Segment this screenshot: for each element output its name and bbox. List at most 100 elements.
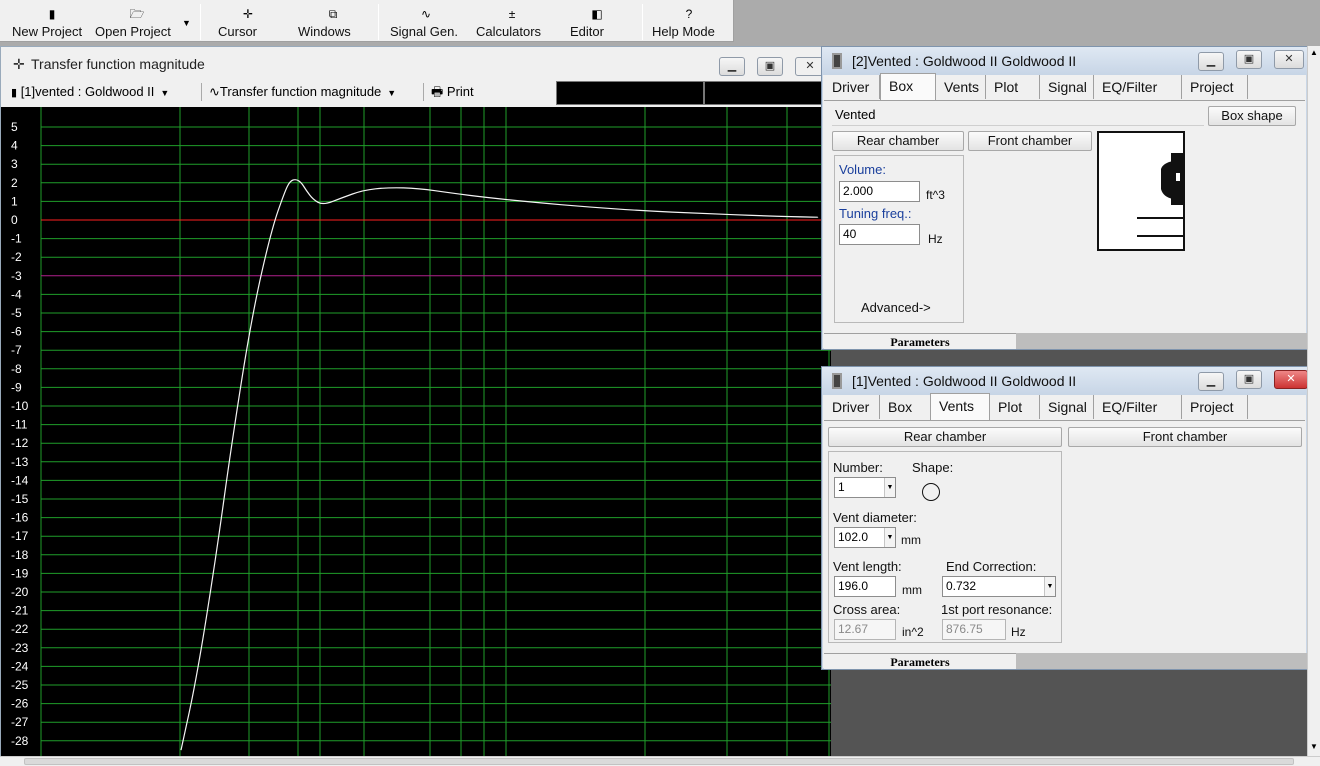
end-correction-value: 0.732: [946, 579, 977, 593]
y-tick-label: 2: [11, 176, 18, 190]
open-project-button[interactable]: 🗁 Open Project: [95, 0, 179, 42]
front-chamber-button[interactable]: Front chamber: [1068, 427, 1302, 447]
end-correction-combo[interactable]: 0.732 ▼: [942, 576, 1056, 597]
vent-diameter-combo[interactable]: 102.0 ▼: [834, 527, 896, 548]
y-tick-label: 0: [11, 213, 18, 227]
scroll-up-icon[interactable]: ▲: [1310, 48, 1318, 57]
project-icon: ▮: [11, 87, 18, 99]
tab-driver[interactable]: Driver: [824, 75, 880, 99]
tuning-freq-field[interactable]: 40: [839, 224, 920, 245]
chevron-down-icon[interactable]: ▼: [1044, 577, 1055, 596]
port-resonance-field: 876.75: [942, 619, 1006, 640]
tab-project[interactable]: Project: [1182, 75, 1248, 99]
maximize-icon: ▣: [764, 60, 776, 72]
tuning-freq-unit: Hz: [928, 232, 943, 246]
tuning-freq-label: Tuning freq.:: [839, 206, 912, 221]
vent-diameter-label: Vent diameter:: [833, 510, 917, 525]
chevron-down-icon[interactable]: ▼: [884, 478, 895, 497]
box-shape-preview: [1097, 131, 1185, 251]
open-project-dropdown-icon[interactable]: ▼: [182, 18, 191, 28]
mdi-background: [831, 350, 1307, 366]
y-tick-label: -11: [11, 418, 28, 432]
tab-eq-filter[interactable]: EQ/Filter: [1094, 395, 1182, 419]
port-resonance-unit: Hz: [1011, 625, 1026, 639]
horizontal-scrollbar[interactable]: [0, 756, 1320, 766]
y-tick-label: -2: [11, 250, 22, 264]
signal-gen-icon: ∿: [420, 7, 432, 21]
calculators-button[interactable]: ± Calculators: [476, 0, 548, 42]
close-button[interactable]: ✕: [1274, 50, 1304, 69]
front-chamber-button[interactable]: Front chamber: [968, 131, 1092, 151]
number-combo[interactable]: 1 ▼: [834, 477, 896, 498]
box-type-field[interactable]: Vented: [832, 105, 1204, 126]
close-icon: ✕: [805, 60, 815, 72]
rear-chamber-button[interactable]: Rear chamber: [828, 427, 1062, 447]
parameters-tab[interactable]: Parameters: [824, 653, 1016, 669]
new-project-button[interactable]: ▮ New Project: [12, 0, 92, 42]
maximize-button[interactable]: ▣: [1236, 50, 1262, 69]
toolbar-separator: [378, 4, 379, 40]
tab-box[interactable]: Box: [880, 73, 936, 100]
close-button[interactable]: ✕: [1274, 370, 1308, 389]
waveform-icon: ∿: [209, 84, 220, 99]
editor-icon: ◧: [591, 7, 603, 21]
project-select[interactable]: ▮ [1]vented : Goldwood II ▼: [11, 81, 169, 103]
advanced-link[interactable]: Advanced->: [861, 300, 931, 315]
tab-vents[interactable]: Vents: [930, 393, 990, 420]
tab-box[interactable]: Box: [880, 395, 936, 419]
scroll-down-icon[interactable]: ▼: [1310, 742, 1318, 751]
tab-signal[interactable]: Signal: [1040, 75, 1094, 99]
parameters-bar: Parameters: [824, 333, 1307, 349]
volume-field[interactable]: 2.000: [839, 181, 920, 202]
minimize-button[interactable]: ▁: [719, 57, 745, 76]
rear-chamber-button[interactable]: Rear chamber: [832, 131, 964, 151]
signal-gen-label: Signal Gen.: [390, 24, 458, 39]
maximize-button[interactable]: ▣: [1236, 370, 1262, 389]
box-shape-button[interactable]: Box shape: [1208, 106, 1296, 126]
transfer-function-chart[interactable]: 5 4 3 2 1 0 -1 -2 -3 -4 -5 -6 -7 -8 -9 -10 -11 -12 -13 -14 -…: [1, 107, 831, 757]
minimize-icon: ▁: [1206, 55, 1216, 67]
parameters-tab[interactable]: Parameters: [824, 333, 1016, 349]
shape-label: Shape:: [912, 460, 954, 475]
y-tick-label: 1: [11, 194, 18, 208]
tab-project[interactable]: Project: [1182, 395, 1248, 419]
calculators-icon: ±: [508, 7, 516, 21]
number-label: Number:: [833, 460, 883, 475]
y-tick-label: -4: [11, 287, 22, 301]
tab-plot[interactable]: Plot: [990, 395, 1040, 419]
tab-eq-filter[interactable]: EQ/Filter: [1094, 75, 1182, 99]
tab-signal[interactable]: Signal: [1040, 395, 1094, 419]
project-select-value: [1]vented : Goldwood II: [20, 84, 155, 99]
signal-gen-button[interactable]: ∿ Signal Gen.: [390, 0, 462, 42]
cursor-button[interactable]: ✛ Cursor: [218, 0, 278, 42]
y-tick-label: -26: [11, 697, 29, 711]
box-dialog-title: [2]Vented : Goldwood II Goldwood II: [852, 53, 1077, 69]
y-tick-label: -17: [11, 529, 29, 543]
vent-length-field[interactable]: 196.0: [834, 576, 896, 597]
plot-type-select[interactable]: ∿Transfer function magnitude ▼: [209, 81, 396, 103]
maximize-button[interactable]: ▣: [757, 57, 783, 76]
chevron-down-icon[interactable]: ▼: [884, 528, 895, 547]
minimize-button[interactable]: ▁: [1198, 52, 1224, 71]
chart-svg[interactable]: 5 4 3 2 1 0 -1 -2 -3 -4 -5 -6 -7 -8 -9 -10 -11 -12 -13 -14 -…: [1, 107, 831, 757]
help-mode-button[interactable]: ? Help Mode: [652, 0, 726, 42]
minimize-icon: ▁: [727, 60, 737, 72]
tab-plot[interactable]: Plot: [986, 75, 1040, 99]
minimize-button[interactable]: ▁: [1198, 372, 1224, 391]
toolbar-separator: [423, 83, 424, 101]
vertical-scrollbar[interactable]: ▲ ▼: [1307, 46, 1320, 758]
vent-diameter-unit: mm: [901, 533, 921, 547]
round-shape-icon[interactable]: [922, 483, 940, 501]
tab-vents[interactable]: Vents: [936, 75, 986, 99]
help-mode-label: Help Mode: [652, 24, 715, 39]
minimize-icon: ▁: [1206, 375, 1216, 387]
help-icon: ?: [685, 7, 693, 21]
vent-length-label: Vent length:: [833, 559, 902, 574]
scroll-thumb[interactable]: [24, 758, 1294, 765]
tab-driver[interactable]: Driver: [824, 395, 880, 419]
volume-unit: ft^3: [926, 188, 945, 202]
box-dialog-titlebar: [2]Vented : Goldwood II Goldwood II ▁ ▣ …: [822, 47, 1307, 75]
windows-button[interactable]: ⧉ Windows: [298, 0, 368, 42]
print-button[interactable]: 🖶 Print: [431, 81, 474, 103]
editor-button[interactable]: ◧ Editor: [570, 0, 624, 42]
